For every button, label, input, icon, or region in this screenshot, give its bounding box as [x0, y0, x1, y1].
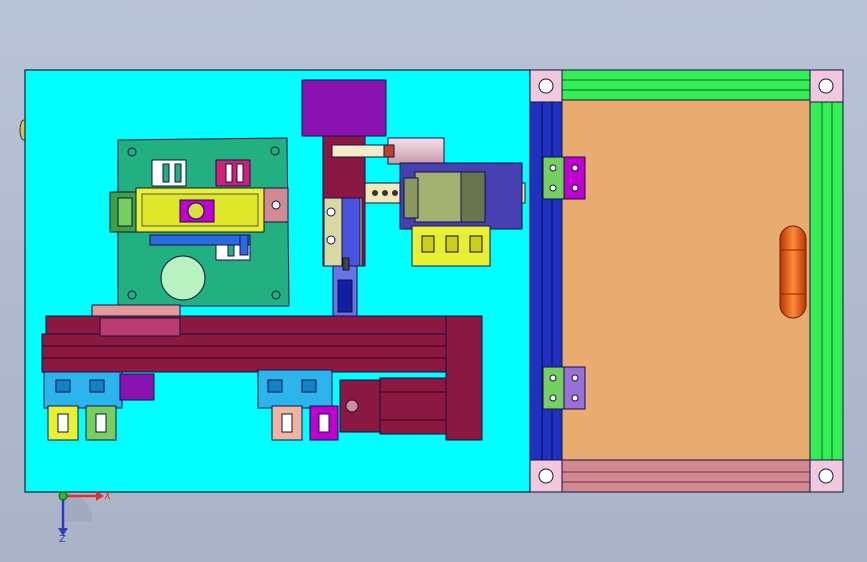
door-handle	[779, 225, 807, 319]
sensor-mount-right	[215, 159, 251, 187]
servo-motor	[339, 377, 447, 435]
hinge-top	[542, 156, 586, 200]
frame-top-rail	[561, 69, 811, 101]
cad-assembly-view: X Z	[19, 69, 844, 545]
coordinate-triad: X Z	[58, 491, 111, 545]
frame-right-rail	[809, 99, 844, 461]
profile-block-top	[411, 225, 491, 267]
hinge-bottom	[542, 366, 586, 410]
round-sensor	[160, 255, 206, 301]
air-cylinder	[387, 137, 445, 165]
drive-motor	[414, 171, 462, 223]
x-axis-label: X	[104, 491, 111, 502]
frame-bottom-rail	[561, 459, 811, 493]
origin-point	[58, 491, 68, 501]
z-axis-label: Z	[59, 534, 66, 545]
